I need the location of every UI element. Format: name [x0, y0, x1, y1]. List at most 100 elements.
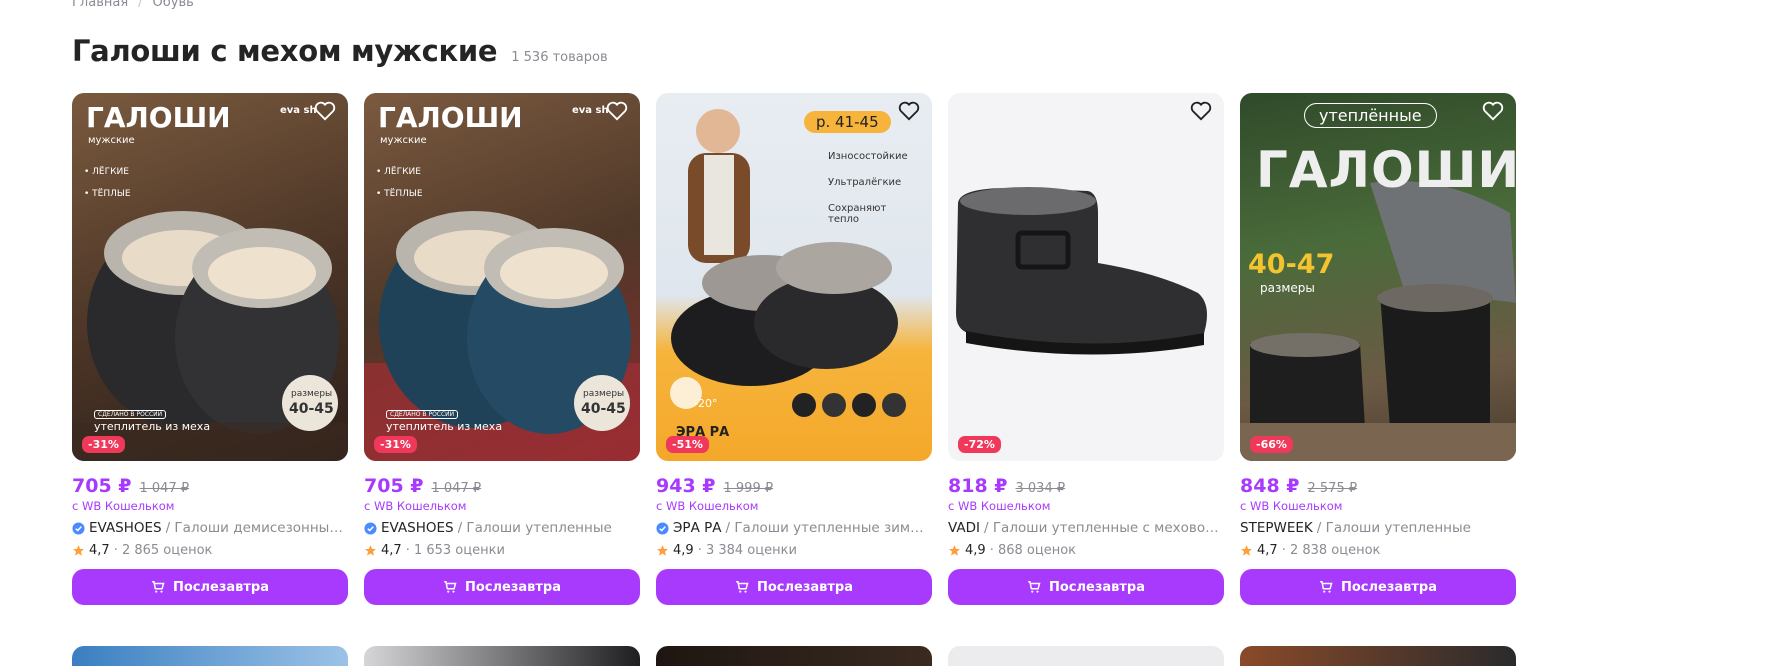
star-icon [657, 545, 668, 556]
price: 943 ₽ [656, 475, 716, 497]
product-title[interactable]: / Галоши утепленные [1317, 520, 1471, 536]
add-to-cart-button[interactable]: Послезавтра [1240, 569, 1516, 605]
product-card[interactable]: ГАЛОШИ мужские • ЛЁГКИЕ • ТЁПЛЫЕ eva sh … [72, 93, 348, 605]
wallet-note: с WB Кошельком [656, 499, 759, 513]
product-title[interactable]: / Галоши утепленные [458, 520, 612, 536]
brand-name[interactable]: VADI [948, 520, 980, 536]
rating: 4,7 · 2 865 оценок [72, 543, 348, 558]
discount-badge: -51% [666, 436, 709, 453]
star-icon [365, 545, 376, 556]
overlay-feature: • ТЁПЛЫЕ [84, 189, 131, 199]
product-count: 1 536 товаров [511, 50, 608, 65]
price-row: 705 ₽ 1 047 ₽ [72, 475, 348, 497]
rating-value: 4,9 [965, 543, 986, 558]
reviews-count: · 1 653 оценки [405, 543, 505, 558]
old-price: 1 047 ₽ [431, 481, 482, 496]
product-title[interactable]: / Галоши утепленные зимние ... [725, 520, 932, 536]
product-image[interactable]: ГАЛОШИ мужские • ЛЁГКИЕ • ТЁПЛЫЕ eva sh … [72, 93, 348, 461]
product-image-preview[interactable] [72, 646, 348, 666]
brand-name[interactable]: ЭРА РА [673, 520, 721, 536]
price: 705 ₽ [72, 475, 132, 497]
breadcrumb-home[interactable]: Главная [72, 0, 128, 10]
breadcrumb-current[interactable]: Обувь [153, 0, 194, 10]
wallet-note: с WB Кошельком [948, 499, 1051, 513]
product-image[interactable]: -72% [948, 93, 1224, 461]
rating-value: 4,7 [89, 543, 110, 558]
overlay-feature: • ЛЁГКИЕ [376, 167, 421, 177]
product-grid: ГАЛОШИ мужские • ЛЁГКИЕ • ТЁПЛЫЕ eva sh … [72, 93, 1516, 605]
favorite-heart-icon[interactable] [1482, 101, 1508, 127]
star-icon [73, 545, 84, 556]
overlay-feature: Сохраняют [828, 203, 887, 214]
next-row-preview [72, 646, 1516, 666]
brand-name[interactable]: EVASHOES [89, 520, 162, 536]
old-price: 1 047 ₽ [139, 481, 190, 496]
overlay-sizes: 40-47 [1248, 249, 1335, 280]
delivery-label: Послезавтра [464, 579, 562, 595]
add-to-cart-button[interactable]: Послезавтра [364, 569, 640, 605]
wallet-note: с WB Кошельком [1240, 499, 1343, 513]
cart-icon [1320, 581, 1333, 593]
brand-logo: eva sh [572, 105, 609, 116]
reviews-count: · 868 оценок [989, 543, 1077, 558]
discount-badge: -72% [958, 436, 1001, 453]
product-name[interactable]: VADI / Галоши утепленные с меховой на... [948, 520, 1224, 536]
cart-icon [152, 581, 165, 593]
brand-name[interactable]: EVASHOES [381, 520, 454, 536]
price-row: 705 ₽ 1 047 ₽ [364, 475, 640, 497]
reviews-count: · 2 838 оценок [1281, 543, 1381, 558]
reviews-count: · 2 865 оценок [113, 543, 213, 558]
cart-icon [1028, 581, 1041, 593]
wallet-note: с WB Кошельком [364, 499, 467, 513]
favorite-heart-icon[interactable] [314, 101, 340, 127]
product-card[interactable]: ГАЛОШИ мужские • ЛЁГКИЕ • ТЁПЛЫЕ eva sh … [364, 93, 640, 605]
discount-badge: -31% [374, 436, 417, 453]
product-card[interactable]: р. 41-45 Износостойкие Ультралёгкие Сохр… [656, 93, 932, 605]
product-name[interactable]: STEPWEEK / Галоши утепленные [1240, 520, 1516, 536]
product-image-preview[interactable] [948, 646, 1224, 666]
product-image-preview[interactable] [656, 646, 932, 666]
delivery-label: Послезавтра [1340, 579, 1438, 595]
brand-name[interactable]: STEPWEEK [1240, 520, 1313, 536]
rating: 4,9 · 868 оценок [948, 543, 1224, 558]
overlay-made-in: СДЕЛАНО В РОССИИ [386, 410, 459, 419]
old-price: 3 034 ₽ [1015, 481, 1066, 496]
product-name[interactable]: EVASHOES / Галоши утепленные [364, 520, 640, 536]
verified-icon [72, 521, 85, 535]
verified-icon [656, 521, 669, 535]
rating: 4,9 · 3 384 оценки [656, 543, 932, 558]
delivery-label: Послезавтра [172, 579, 270, 595]
product-name[interactable]: EVASHOES / Галоши демисезонные и... [72, 520, 348, 536]
price: 848 ₽ [1240, 475, 1300, 497]
favorite-heart-icon[interactable] [898, 101, 924, 127]
overlay-temp: -20° [694, 397, 718, 410]
overlay-sizes-label: размеры [583, 389, 625, 399]
overlay-sizes: 40-45 [581, 401, 626, 417]
favorite-heart-icon[interactable] [1190, 101, 1216, 127]
product-image[interactable]: р. 41-45 Износостойкие Ультралёгкие Сохр… [656, 93, 932, 461]
add-to-cart-button[interactable]: Послезавтра [72, 569, 348, 605]
product-name[interactable]: ЭРА РА / Галоши утепленные зимние ... [656, 520, 932, 536]
product-card[interactable]: утеплённые ГАЛОШИ 40-47 размеры -66% 848… [1240, 93, 1516, 605]
product-title[interactable]: / Галоши демисезонные и... [166, 520, 348, 536]
product-title[interactable]: / Галоши утепленные с меховой на... [984, 520, 1224, 536]
overlay-sizes: 40-45 [289, 401, 334, 417]
add-to-cart-button[interactable]: Послезавтра [948, 569, 1224, 605]
price: 818 ₽ [948, 475, 1008, 497]
overlay-feature: тепло [828, 214, 860, 225]
price: 705 ₽ [364, 475, 424, 497]
product-image[interactable]: ГАЛОШИ мужские • ЛЁГКИЕ • ТЁПЛЫЕ eva sh … [364, 93, 640, 461]
product-image-preview[interactable] [364, 646, 640, 666]
rating: 4,7 · 2 838 оценок [1240, 543, 1516, 558]
delivery-label: Послезавтра [756, 579, 854, 595]
discount-badge: -66% [1250, 436, 1293, 453]
star-icon [1241, 545, 1252, 556]
favorite-heart-icon[interactable] [606, 101, 632, 127]
add-to-cart-button[interactable]: Послезавтра [656, 569, 932, 605]
product-image[interactable]: утеплённые ГАЛОШИ 40-47 размеры -66% [1240, 93, 1516, 461]
breadcrumb-separator: / [138, 0, 143, 10]
rating-value: 4,9 [673, 543, 694, 558]
overlay-sizes-label: размеры [291, 389, 333, 399]
product-image-preview[interactable] [1240, 646, 1516, 666]
product-card[interactable]: -72% 818 ₽ 3 034 ₽ с WB Кошельком VADI /… [948, 93, 1224, 605]
